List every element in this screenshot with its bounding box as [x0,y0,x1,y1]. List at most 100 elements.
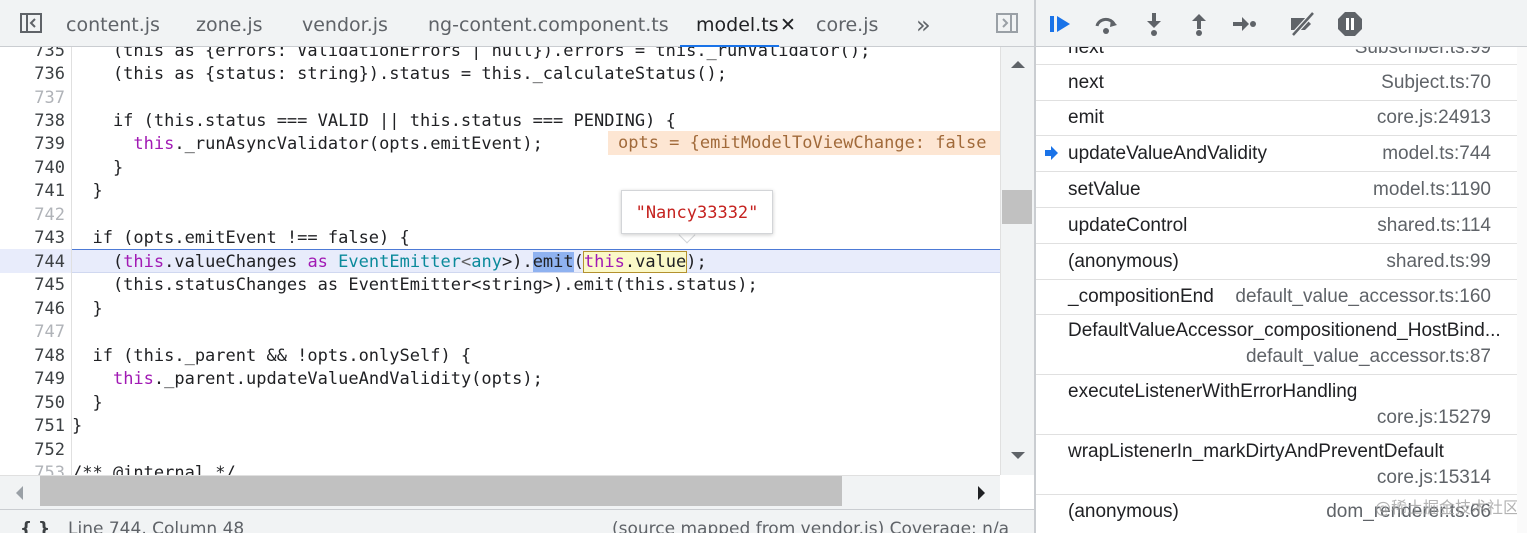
step-icon[interactable] [1230,10,1258,38]
line-number[interactable]: 745 [0,275,65,295]
code-keyword: as [307,252,328,272]
tab-close-icon[interactable]: ✕ [780,0,796,50]
scroll-right-icon[interactable] [977,485,987,501]
debugger-toolbar [1036,0,1527,47]
step-over-icon[interactable] [1092,10,1120,38]
call-stack-list: next Subscriber.ts:99 next Subject.ts:70… [1036,47,1527,533]
line-number[interactable]: 746 [0,299,65,319]
line-number[interactable]: 735 [0,47,65,61]
frame-function: setValue [1068,179,1141,200]
hovered-expression[interactable]: this.value [582,251,688,273]
code-line-current: (this.valueChanges as EventEmitter<any>)… [72,251,707,273]
code-line: this._runAsyncValidator(opts.emitEvent); [72,134,542,154]
call-frame[interactable]: wrapListenerIn_markDirtyAndPreventDefaul… [1036,435,1527,495]
hover-value-popover[interactable]: "Nancy33332" [621,190,773,234]
line-number[interactable]: 748 [0,346,65,366]
line-number[interactable]: 751 [0,416,65,436]
frame-function: _compositionEnd [1068,286,1214,307]
frame-location: core.js:15279 [1376,407,1491,428]
frame-location: shared.ts:99 [1386,251,1491,272]
call-frame[interactable]: executeListenerWithErrorHandling core.js… [1036,375,1527,435]
tab-ng-content-component-ts[interactable]: ng-content.component.ts [428,0,669,47]
code-text: ); [686,252,707,272]
frame-location: Subject.ts:70 [1381,72,1491,93]
line-number[interactable]: 743 [0,228,65,248]
line-number[interactable]: 753 [0,463,65,475]
scroll-down-icon[interactable] [1010,451,1026,461]
line-number[interactable]: 742 [0,205,65,225]
frame-function: executeListenerWithErrorHandling [1068,381,1358,402]
call-frame[interactable]: next Subscriber.ts:99 [1036,47,1527,65]
more-tabs-icon[interactable]: » [916,0,931,47]
step-out-icon[interactable] [1185,10,1213,38]
status-bar: { } Line 744, Column 48 (source mapped f… [0,509,1034,533]
call-stack-scrollbar[interactable] [1517,47,1527,533]
code-text: >). [501,252,533,272]
code-line: if (this._parent && !opts.onlySelf) { [72,346,472,366]
call-frame[interactable]: DefaultValueAccessor_compositionend_Host… [1036,315,1527,375]
tab-content-js[interactable]: content.js [66,0,160,47]
resume-icon[interactable] [1046,10,1074,38]
current-frame-arrow-icon [1045,146,1058,160]
code-keyword: this [123,252,165,272]
frame-function: next [1068,72,1104,93]
line-number[interactable]: 749 [0,369,65,389]
call-frame[interactable]: next Subject.ts:70 [1036,65,1527,101]
code-line: if (this.status === VALID || this.status… [72,111,676,131]
code-editor[interactable]: (this as {errors: ValidationErrors | nul… [72,47,1000,475]
line-number[interactable]: 741 [0,181,65,201]
line-number[interactable]: 750 [0,393,65,413]
deactivate-breakpoints-icon[interactable] [1288,10,1316,38]
line-number[interactable]: 747 [0,322,65,342]
frame-function: next [1068,47,1104,58]
frame-function: DefaultValueAccessor_compositionend_Host… [1068,320,1501,341]
call-frame-current[interactable]: updateValueAndValidity model.ts:744 [1036,136,1527,172]
line-number-gutter[interactable]: 735 736 737 738 739 740 741 742 743 744 … [0,47,72,475]
code-text: ._parent.updateValueAndValidity(opts); [153,369,543,389]
frame-location: core.js:24913 [1376,107,1491,128]
step-into-icon[interactable] [1140,10,1168,38]
scroll-left-icon[interactable] [14,485,24,501]
call-frame[interactable]: setValue model.ts:1190 [1036,172,1527,208]
tab-vendor-js[interactable]: vendor.js [302,0,388,47]
line-number[interactable]: 738 [0,111,65,131]
call-frame[interactable]: emit core.js:24913 [1036,101,1527,136]
code-operator: < [461,252,472,272]
watermark: @稀土掘金技术社区 [1374,498,1519,517]
collapse-panel-icon[interactable] [996,12,1018,34]
code-line: } [72,181,103,201]
frame-function: (anonymous) [1068,251,1179,272]
line-number[interactable]: 739 [0,134,65,154]
source-map-info[interactable]: (source mapped from vendor.js) Coverage:… [612,519,1009,533]
code-line: if (opts.emitEvent !== false) { [72,228,410,248]
pretty-print-button[interactable]: { } [20,519,50,533]
code-line: /** @internal */ [72,463,236,475]
scroll-up-icon[interactable] [1010,59,1026,69]
debugger-sidebar: next Subscriber.ts:99 next Subject.ts:70… [1036,0,1527,533]
code-line: } [72,158,124,178]
call-frame[interactable]: updateControl shared.ts:114 [1036,208,1527,244]
editor-tab-bar: content.js zone.js vendor.js ng-content.… [0,0,1034,47]
line-number[interactable]: 744 [0,252,65,272]
line-number[interactable]: 740 [0,158,65,178]
code-keyword: this [133,134,175,154]
frame-location: shared.ts:114 [1377,215,1491,236]
call-frame[interactable]: (anonymous) shared.ts:99 [1036,244,1527,280]
frame-function: wrapListenerIn_markDirtyAndPreventDefaul… [1068,441,1444,462]
frame-location: core.js:15314 [1376,467,1491,488]
code-type: any [471,252,502,272]
vertical-scrollbar[interactable] [1000,47,1034,475]
emit-call-highlight[interactable]: emit [532,252,574,272]
inline-variable-value: opts = {emitModelToViewChange: false [608,131,1000,155]
line-number[interactable]: 737 [0,88,65,108]
tab-zone-js[interactable]: zone.js [196,0,263,47]
line-number[interactable]: 736 [0,64,65,84]
pause-on-exceptions-icon[interactable] [1336,10,1364,38]
tab-core-js[interactable]: core.js [816,0,878,47]
horizontal-scrollbar-thumb[interactable] [40,476,842,506]
sidebar-toggle-icon[interactable] [20,12,42,34]
tab-model-ts[interactable]: model.ts [680,0,779,47]
vertical-scrollbar-thumb[interactable] [1002,190,1032,224]
call-frame[interactable]: _compositionEnd default_value_accessor.t… [1036,280,1527,315]
line-number[interactable]: 752 [0,440,65,460]
